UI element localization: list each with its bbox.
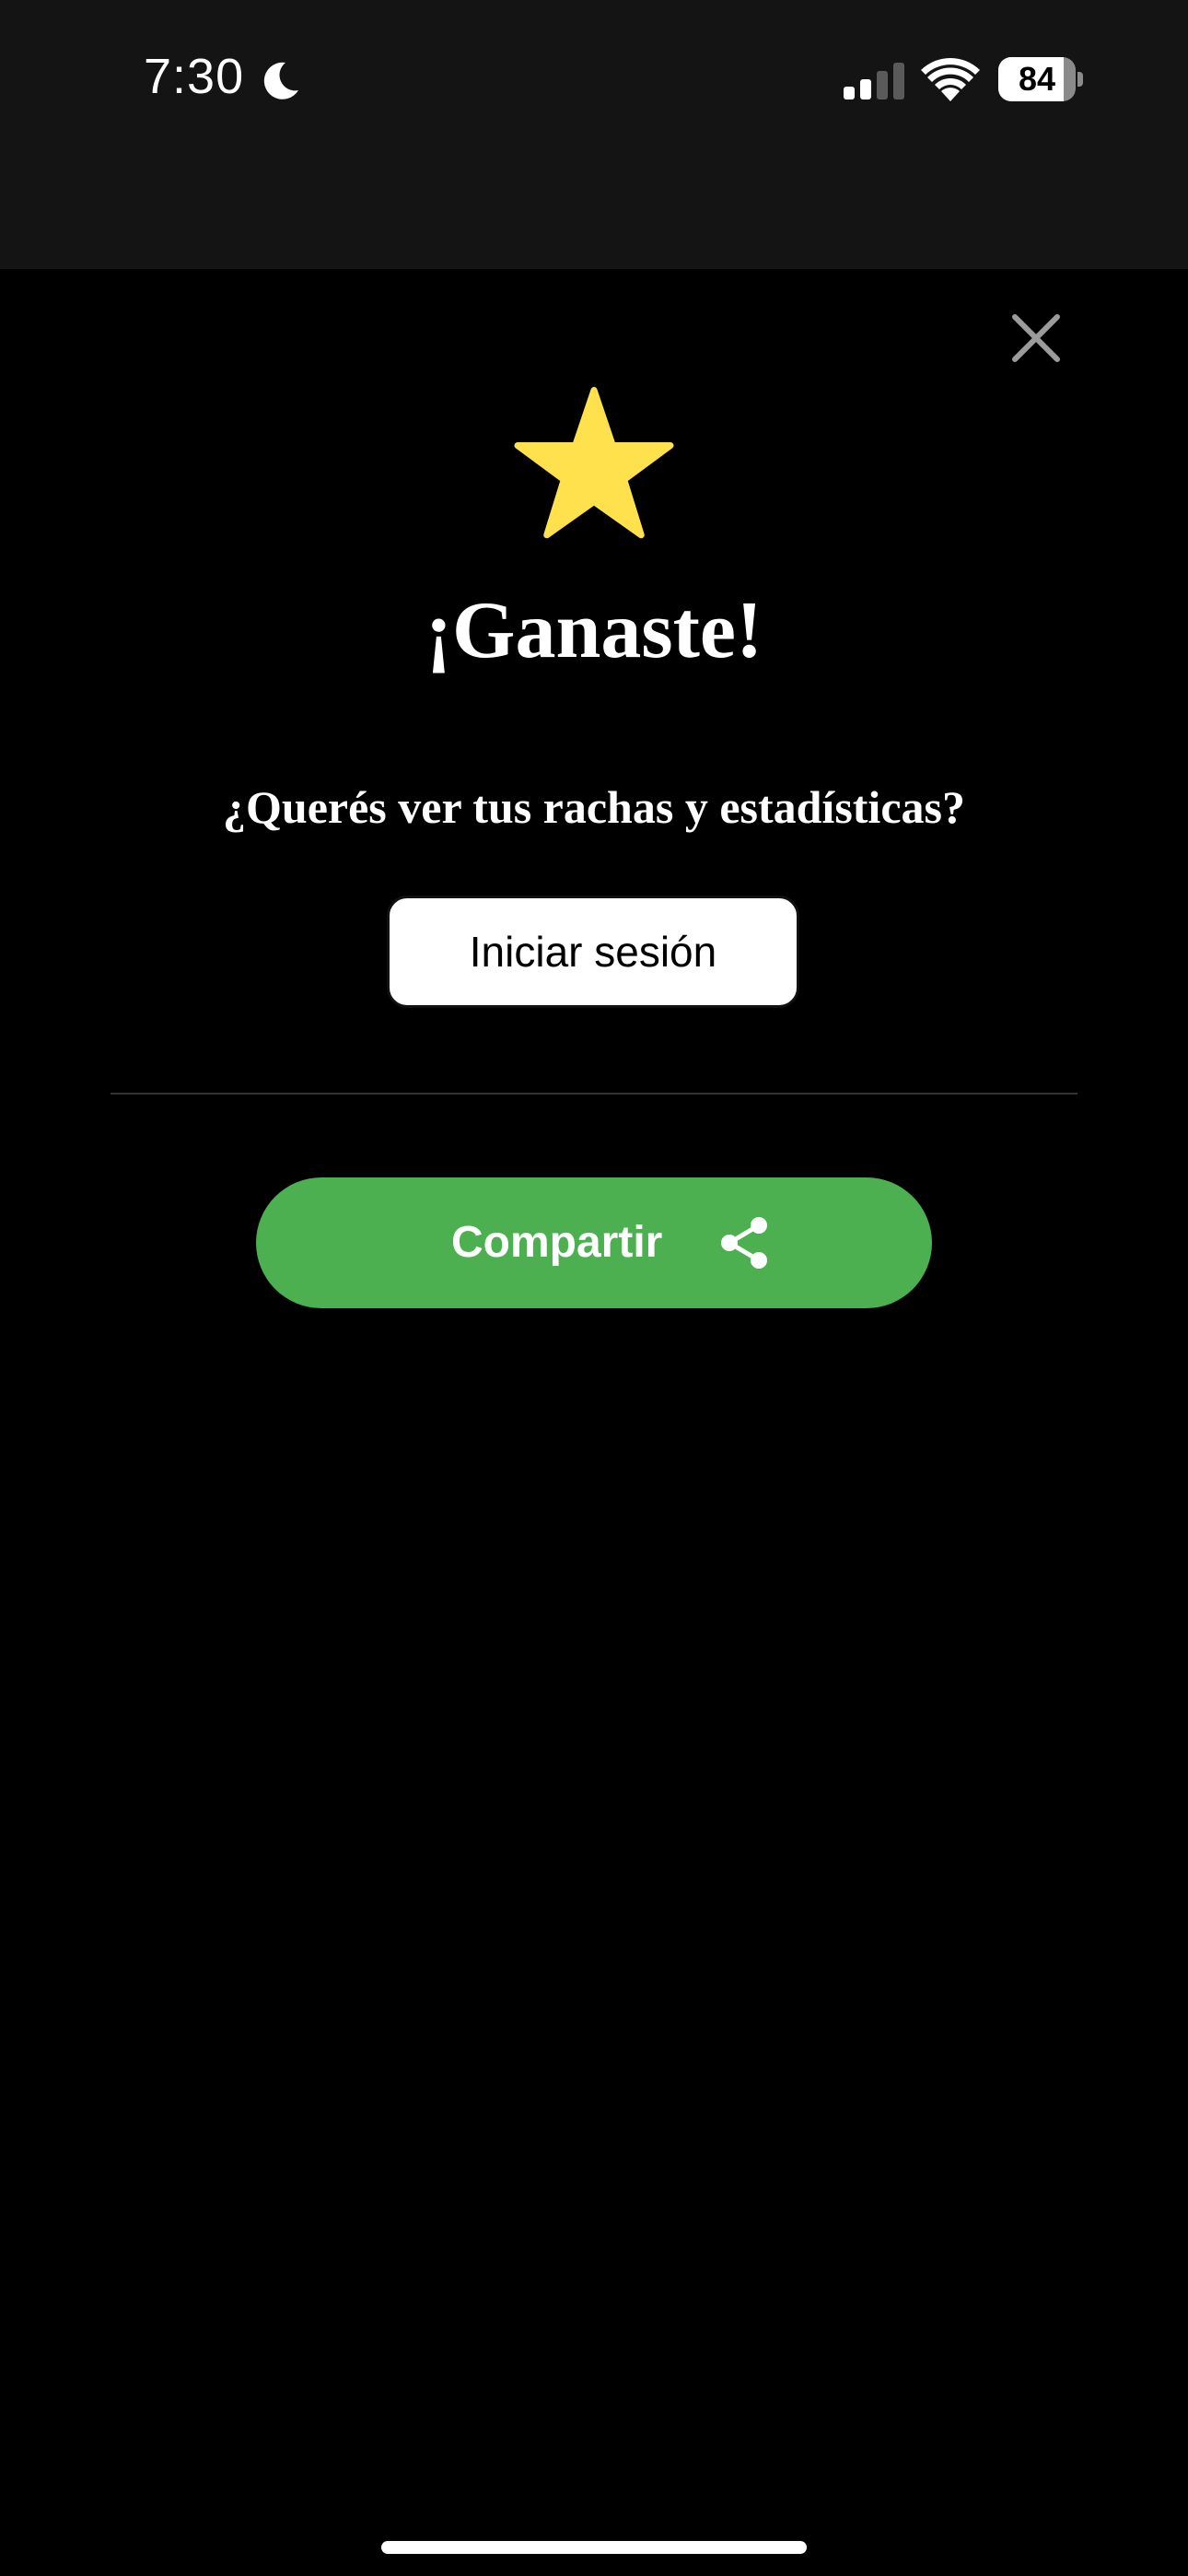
battery-icon: 84 <box>998 57 1083 101</box>
battery-cap <box>1077 72 1083 87</box>
status-time: 7:30 <box>144 49 245 104</box>
win-title: ¡Ganaste! <box>425 586 763 675</box>
star-icon <box>514 387 674 539</box>
close-icon[interactable] <box>1007 310 1065 367</box>
share-icon <box>721 1217 767 1269</box>
battery-level: 84 <box>1018 60 1056 98</box>
share-button[interactable]: Compartir <box>256 1177 932 1308</box>
status-bar: 7:30 84 <box>0 0 1188 269</box>
moon-icon <box>263 62 298 100</box>
wifi-icon <box>921 58 980 101</box>
battery-body: 84 <box>998 57 1076 101</box>
divider <box>111 1093 1077 1095</box>
share-button-label: Compartir <box>451 1218 663 1267</box>
login-button[interactable]: Iniciar sesión <box>387 896 799 1008</box>
cellular-signal-icon <box>844 63 904 100</box>
home-indicator[interactable] <box>381 2541 807 2554</box>
stats-prompt: ¿Querés ver tus rachas y estadísticas? <box>223 781 965 833</box>
